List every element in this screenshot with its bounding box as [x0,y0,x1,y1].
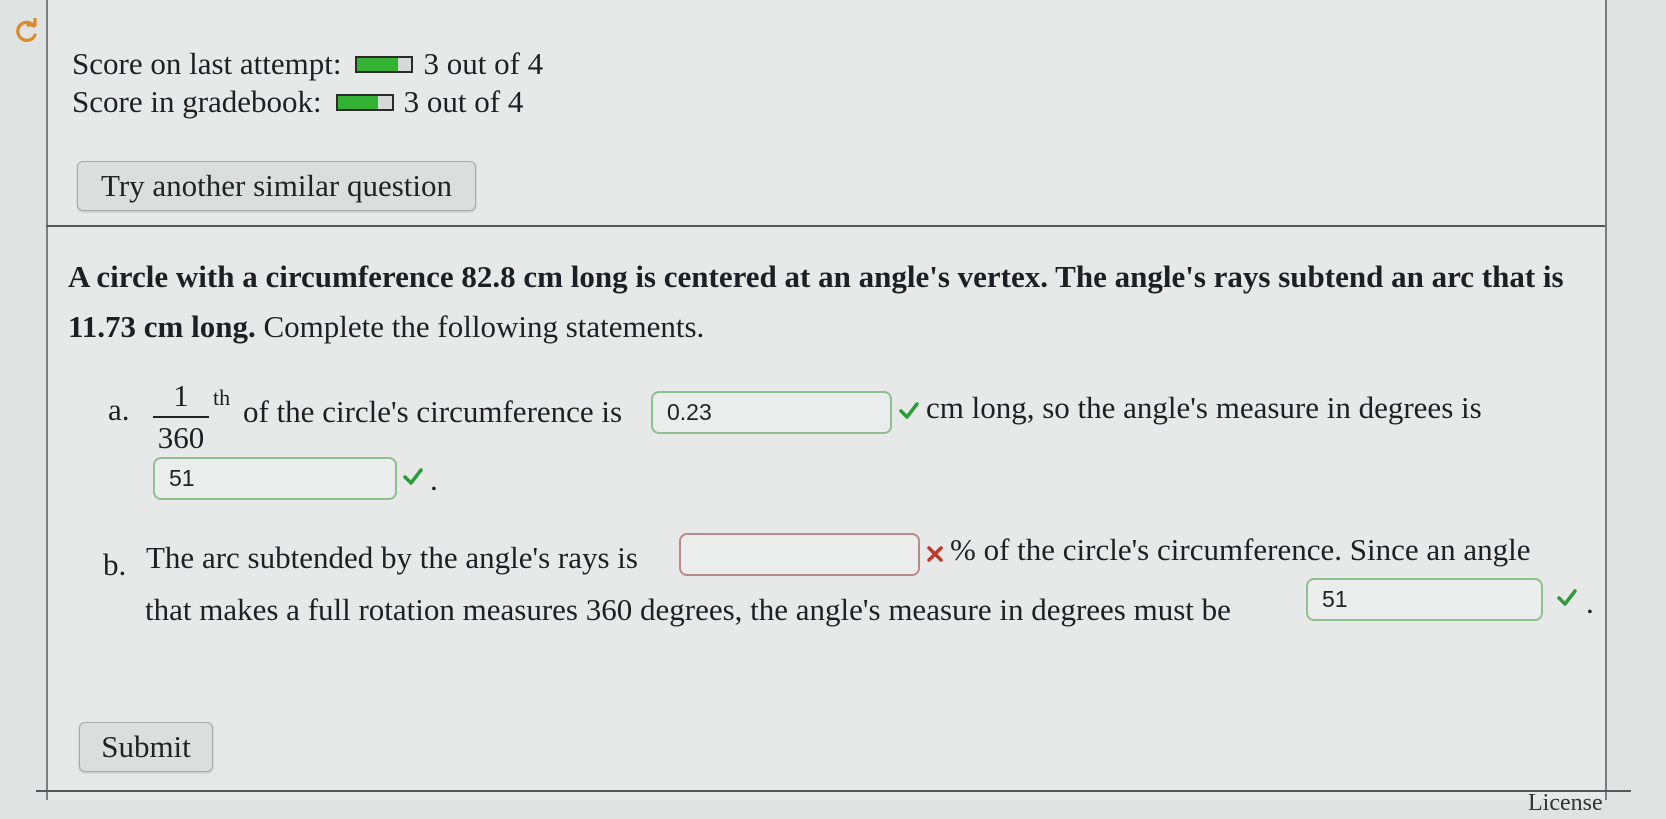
divider [46,225,1605,227]
x-icon [927,546,943,562]
score-gradebook-label: Score in gradebook: [72,84,322,119]
fraction-denominator: 360 [157,420,205,455]
part-b-text-1: The arc subtended by the angle's rays is [146,540,638,575]
footer-divider [36,790,1631,792]
question-text: A circle with a circumference 82.8 cm lo… [68,252,1568,352]
fraction-1-over-360: 1 360 [153,378,209,456]
score-last-attempt: Score on last attempt: 3 out of 4 [72,46,543,82]
reload-icon[interactable] [14,18,40,44]
score-last-label: Score on last attempt: [72,46,342,81]
score-gradebook: Score in gradebook: 3 out of 4 [72,84,523,120]
part-b-marker: b. [103,547,127,582]
score-last-value: 3 out of 4 [423,46,544,81]
part-a-text-1: of the circle's circumference is [243,394,623,429]
check-icon [1557,589,1577,606]
part-a-superscript: th [213,385,231,410]
check-icon [403,468,423,485]
score-gradebook-value: 3 out of 4 [403,84,524,119]
part-a-end: . [430,462,438,497]
question-instruction: Complete the following statements. [255,309,705,344]
try-another-button[interactable]: Try another similar question [77,161,476,211]
score-gradebook-bar [335,93,394,111]
answer-a-2-input[interactable]: 51 [153,457,397,500]
score-last-bar [355,55,414,73]
submit-button[interactable]: Submit [79,722,213,772]
part-b-end: . [1586,585,1594,620]
answer-a-1-input[interactable]: 0.23 [651,391,892,434]
fraction-numerator: 1 [173,378,189,413]
answer-b-1-input[interactable] [679,533,920,576]
answer-b-2-input[interactable]: 51 [1306,578,1543,621]
part-a-text-2: cm long, so the angle's measure in degre… [926,390,1482,425]
part-b-text-3: that makes a full rotation measures 360 … [145,592,1231,627]
part-a-marker: a. [108,392,130,427]
part-b-text-2: % of the circle's circumference. Since a… [950,532,1531,567]
license-link[interactable]: License [1528,790,1603,817]
check-icon [899,402,919,419]
